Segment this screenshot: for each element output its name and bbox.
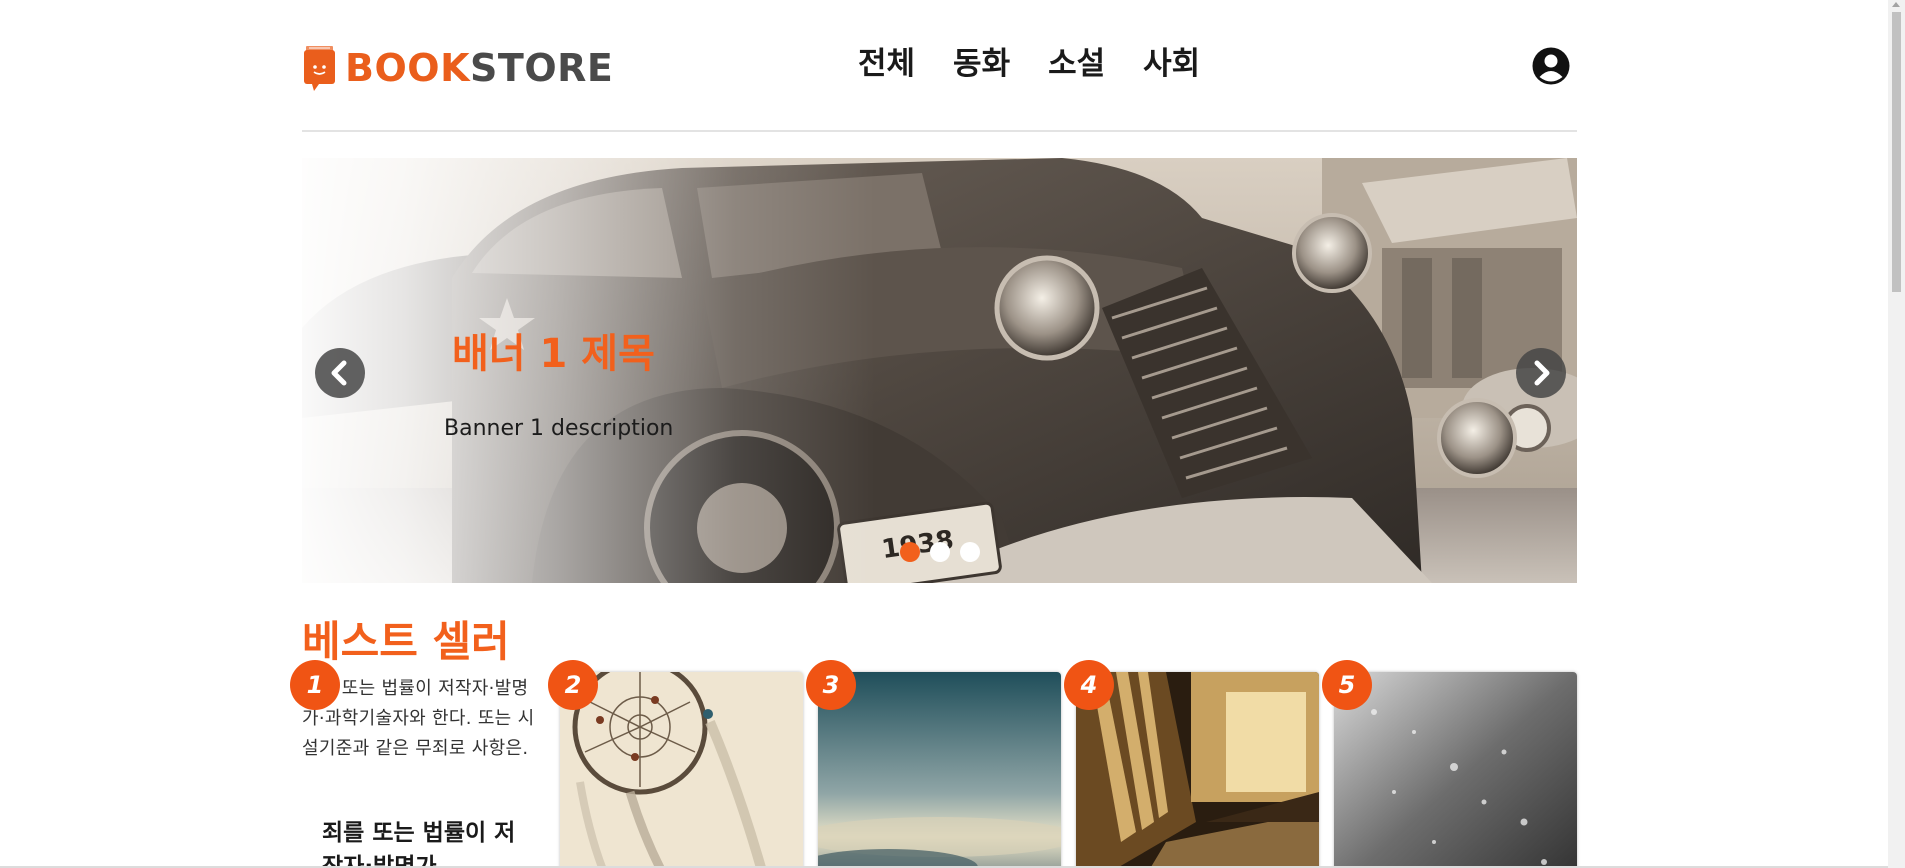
book-card-1[interactable]: 죄를 또는 법률이 저작자·발명가·과학기술자와 한다. 또는 시설기준과 같은… — [302, 672, 545, 868]
bestseller-title: 베스트 셀러 — [302, 617, 510, 666]
cloudy-sky-image — [818, 672, 1061, 868]
rank-badge-2: 2 — [548, 660, 598, 710]
vertical-scrollbar[interactable] — [1888, 0, 1905, 868]
logo-text-book: BOOK — [345, 46, 471, 90]
logo[interactable]: BOOKSTORE — [302, 44, 613, 92]
book-title: 죄를 또는 법률이 저작자·발명가 — [322, 820, 516, 868]
site-header: BOOKSTORE 전체 동화 소설 사회 — [302, 0, 1577, 132]
user-circle-icon[interactable] — [1531, 46, 1571, 86]
banner-description: Banner 1 description — [444, 416, 674, 441]
nav-item-all[interactable]: 전체 — [858, 44, 915, 84]
page: BOOKSTORE 전체 동화 소설 사회 배너 1 제목 Banner 1 d… — [0, 0, 1905, 868]
book-logo-icon — [304, 46, 335, 91]
corridor-image — [1076, 672, 1319, 868]
book-card-3[interactable] — [818, 672, 1061, 868]
rank-badge-3: 3 — [806, 660, 856, 710]
banner-next-button[interactable] — [1516, 348, 1566, 398]
logo-text: BOOKSTORE — [345, 44, 613, 92]
nav-item-fairytale[interactable]: 동화 — [953, 44, 1010, 84]
rain-drops-image — [1334, 672, 1577, 868]
banner-dot-1[interactable] — [900, 542, 920, 562]
banner-prev-button[interactable] — [315, 348, 365, 398]
chevron-left-icon — [331, 360, 347, 386]
banner-dot-2[interactable] — [930, 542, 950, 562]
banner-carousel[interactable]: 1938 배너 1 제목 Banner 1 description — [302, 158, 1577, 583]
rank-badge-5: 5 — [1322, 660, 1372, 710]
book-card-4[interactable] — [1076, 672, 1319, 868]
chevron-right-icon — [1534, 360, 1550, 386]
logo-text-store: STORE — [470, 46, 614, 90]
bestseller-list: 죄를 또는 법률이 저작자·발명가·과학기술자와 한다. 또는 시설기준과 같은… — [302, 672, 1577, 868]
rank-badge-4: 4 — [1064, 660, 1114, 710]
rank-badge-1: 1 — [290, 660, 340, 710]
nav-item-novel[interactable]: 소설 — [1048, 44, 1105, 84]
main-nav: 전체 동화 소설 사회 — [858, 44, 1200, 84]
dreamcatcher-image — [560, 672, 803, 868]
book-card-2[interactable] — [560, 672, 803, 868]
banner-title: 배너 1 제목 — [452, 331, 655, 377]
scroll-thumb[interactable] — [1892, 12, 1901, 292]
banner-pagination — [900, 542, 980, 562]
book-card-5[interactable] — [1334, 672, 1577, 868]
scroll-up-arrow-icon[interactable] — [1892, 2, 1900, 7]
nav-item-society[interactable]: 사회 — [1143, 44, 1200, 84]
banner-dot-3[interactable] — [960, 542, 980, 562]
